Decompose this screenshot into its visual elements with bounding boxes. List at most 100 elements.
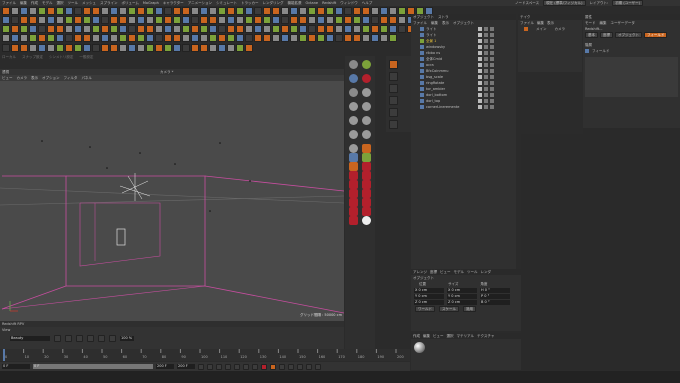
- toolbar-tool-icon[interactable]: [182, 6, 190, 15]
- toolbar-tool-icon[interactable]: [218, 6, 226, 15]
- toolbar-tool-icon[interactable]: [200, 24, 208, 33]
- toolbar-tool-icon[interactable]: [218, 15, 226, 24]
- object-menu-item-0[interactable]: ファイル: [413, 21, 427, 26]
- toolbar-tool-icon[interactable]: [83, 24, 91, 33]
- toolbar-tool-icon[interactable]: [20, 33, 28, 42]
- toolbar-tool-icon[interactable]: [308, 33, 316, 42]
- toolbar-tool-icon[interactable]: [11, 33, 19, 42]
- palette-tool-icon[interactable]: [349, 102, 358, 111]
- toolbar-tool-icon[interactable]: [326, 33, 334, 42]
- toolbar-tool-icon[interactable]: [344, 6, 352, 15]
- palette-tool-icon[interactable]: [362, 216, 371, 225]
- menu-item-16[interactable]: Octane: [306, 1, 319, 5]
- toolbar-tool-icon[interactable]: [92, 6, 100, 15]
- toolbar-tool-icon[interactable]: [380, 24, 388, 33]
- toolbar-tool-icon[interactable]: [272, 6, 280, 15]
- toolbar-tool-icon[interactable]: [83, 15, 91, 24]
- coord-tab-2[interactable]: ビュー: [440, 270, 451, 275]
- object-tag-icon[interactable]: [478, 51, 482, 55]
- toolbar-tool-icon[interactable]: [245, 15, 253, 24]
- palette-tool-icon[interactable]: [349, 162, 358, 171]
- toolbar-tool-icon[interactable]: [389, 33, 397, 42]
- menu-item-11[interactable]: アニメーション: [188, 1, 212, 6]
- toolbar-tool-icon[interactable]: [362, 15, 370, 24]
- palette-tool-icon[interactable]: [362, 153, 371, 162]
- menu-item-4[interactable]: 選択: [57, 1, 64, 6]
- toolbar-tool-icon[interactable]: [83, 43, 91, 52]
- toolbar-tool-icon[interactable]: [299, 6, 307, 15]
- toolbar-tool-icon[interactable]: [137, 33, 145, 42]
- material-tab-4[interactable]: マテリアル: [457, 334, 474, 339]
- coord-tab-5[interactable]: レンダ: [481, 270, 492, 275]
- menu-item-17[interactable]: Redshift: [322, 1, 336, 5]
- toolbar-tool-icon[interactable]: [380, 33, 388, 42]
- toolbar-tool-icon[interactable]: [272, 24, 280, 33]
- layout-select[interactable]: 初期 (ユーザー): [612, 0, 644, 6]
- mode-tool-icon[interactable]: [389, 96, 398, 105]
- toolbar-tool-icon[interactable]: [74, 43, 82, 52]
- toolbar-tool-icon[interactable]: [146, 24, 154, 33]
- toolbar-tool-icon[interactable]: [29, 33, 37, 42]
- object-tag-icon[interactable]: [490, 33, 494, 37]
- toolbar-tool-icon[interactable]: [155, 15, 163, 24]
- object-tag-icon[interactable]: [484, 63, 488, 67]
- toolbar-tool-icon[interactable]: [38, 33, 46, 42]
- palette-tool-icon[interactable]: [349, 74, 358, 83]
- toolbar-tool-icon[interactable]: [29, 24, 37, 33]
- node-space-select[interactable]: 現在 (標準/フィジカル): [543, 0, 586, 6]
- toolbar-tool-icon[interactable]: [245, 33, 253, 42]
- menu-item-5[interactable]: ツール: [68, 1, 79, 6]
- toolbar-tool-icon[interactable]: [398, 15, 406, 24]
- toolbar-tool-icon[interactable]: [128, 33, 136, 42]
- toolbar-tool-icon[interactable]: [389, 24, 397, 33]
- toolbar-tool-icon[interactable]: [20, 43, 28, 52]
- toolbar-tool-icon[interactable]: [173, 6, 181, 15]
- object-tag-icon[interactable]: [490, 57, 494, 61]
- toolbar-tool-icon[interactable]: [137, 6, 145, 15]
- toolbar-tool-icon[interactable]: [380, 15, 388, 24]
- object-tag-icon[interactable]: [478, 27, 482, 31]
- toolbar-tool-icon[interactable]: [38, 6, 46, 15]
- toolbar-tool-icon[interactable]: [29, 43, 37, 52]
- frame-end-field[interactable]: 200 F: [156, 364, 174, 369]
- toolbar-tool-icon[interactable]: [29, 15, 37, 24]
- toolbar-tool-icon[interactable]: [119, 6, 127, 15]
- object-tag-icon[interactable]: [484, 75, 488, 79]
- toolbar-tool-icon[interactable]: [245, 43, 253, 52]
- toolbar-tool-icon[interactable]: [317, 6, 325, 15]
- toolbar-tool-icon[interactable]: [38, 15, 46, 24]
- toolbar-tool-icon[interactable]: [344, 15, 352, 24]
- toolbar-tool-icon[interactable]: [74, 24, 82, 33]
- object-tag-icon[interactable]: [484, 39, 488, 43]
- coord-field[interactable]: H 0 °: [480, 287, 510, 293]
- toolbar-tool-icon[interactable]: [209, 15, 217, 24]
- object-tag-icon[interactable]: [478, 75, 482, 79]
- toolbar-tool-icon[interactable]: [380, 6, 388, 15]
- attr-tab-2[interactable]: ユーザーデータ: [611, 21, 635, 26]
- object-tag-icon[interactable]: [484, 93, 488, 97]
- toolbar-tool-icon[interactable]: [236, 33, 244, 42]
- toolbar-tool-icon[interactable]: [2, 24, 10, 33]
- coord-tab-4[interactable]: ツール: [467, 270, 478, 275]
- toolbar-tool-icon[interactable]: [74, 15, 82, 24]
- toolbar-tool-icon[interactable]: [281, 24, 289, 33]
- object-tag-icon[interactable]: [478, 81, 482, 85]
- toolbar-tool-icon[interactable]: [326, 24, 334, 33]
- toolbar-tool-icon[interactable]: [83, 33, 91, 42]
- menu-item-15[interactable]: 機能拡張: [288, 1, 302, 6]
- rpv-region-icon[interactable]: [98, 334, 105, 342]
- rpv-lock-icon[interactable]: [109, 334, 116, 342]
- toolbar-tool-icon[interactable]: [56, 33, 64, 42]
- toolbar-tool-icon[interactable]: [173, 43, 181, 52]
- palette-tool-icon[interactable]: [349, 144, 358, 153]
- toolbar-tool-icon[interactable]: [92, 15, 100, 24]
- toolbar-tool-icon[interactable]: [11, 43, 19, 52]
- toolbar-tool-icon[interactable]: [227, 15, 235, 24]
- material-tab-1[interactable]: 編集: [423, 334, 430, 339]
- object-tag-icon[interactable]: [490, 69, 494, 73]
- object-tag-icon[interactable]: [478, 39, 482, 43]
- toolbar-tool-icon[interactable]: [101, 15, 109, 24]
- object-tag-icon[interactable]: [484, 27, 488, 31]
- toolbar-tool-icon[interactable]: [191, 6, 199, 15]
- toolbar-tool-icon[interactable]: [164, 24, 172, 33]
